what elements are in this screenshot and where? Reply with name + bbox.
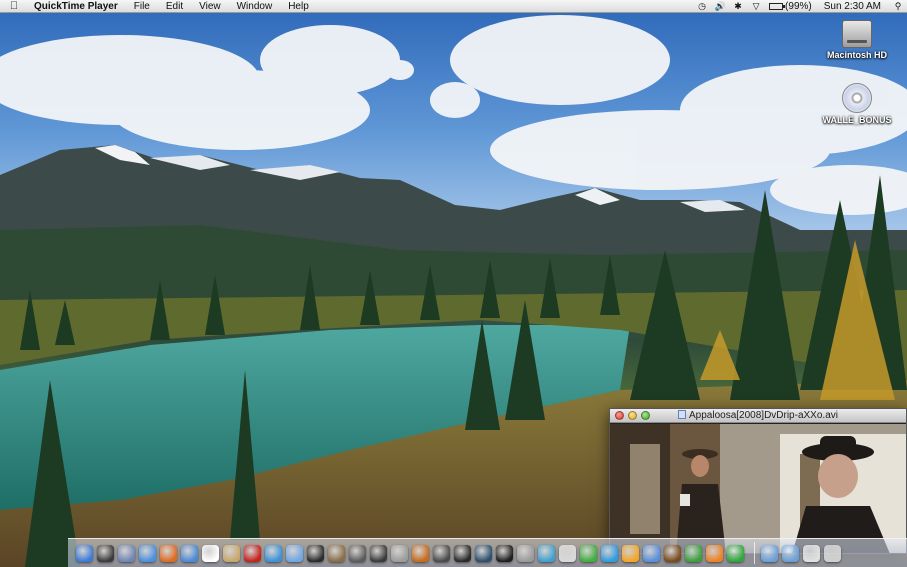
applications-folder-icon[interactable] [761, 544, 778, 562]
finder-icon[interactable] [76, 544, 93, 562]
window-titlebar[interactable]: Appaloosa[2008]DvDrip-aXXo.avi [610, 409, 906, 423]
menu-bar:  QuickTime Player File Edit View Window… [0, 0, 907, 13]
skype-icon[interactable] [601, 544, 618, 562]
downloads-folder-icon[interactable] [782, 544, 799, 562]
battery-status[interactable]: (99%) [765, 0, 816, 13]
window-title-text: Appaloosa[2008]DvDrip-aXXo.avi [689, 410, 838, 421]
ical-icon[interactable] [202, 544, 219, 562]
menu-file[interactable]: File [126, 0, 158, 13]
automator-icon[interactable] [538, 544, 555, 562]
menu-help[interactable]: Help [280, 0, 317, 13]
preview-icon[interactable] [118, 544, 135, 562]
movie-file-icon [678, 410, 686, 419]
video-frame[interactable] [610, 424, 906, 553]
spotlight-icon[interactable]: ⚲ [889, 0, 907, 13]
trash-icon[interactable] [824, 544, 841, 562]
battery-icon [769, 2, 786, 10]
documents-icon[interactable] [803, 544, 820, 562]
menu-edit[interactable]: Edit [158, 0, 191, 13]
menu-app-name[interactable]: QuickTime Player [28, 0, 126, 13]
address-book-icon[interactable] [223, 544, 240, 562]
dock-separator [754, 542, 755, 564]
firefox-icon[interactable] [160, 544, 177, 562]
desktop-icon-walle-bonus[interactable]: WALLE_BONUS [822, 83, 892, 125]
menu-extras: ◷ 🔊 ✱ ▽ (99%) Sun 2:30 AM ⚲ [693, 0, 907, 13]
dock-apps [76, 544, 748, 562]
network-icon[interactable] [391, 544, 408, 562]
ichat-icon[interactable] [181, 544, 198, 562]
desktop-icon-macintosh-hd[interactable]: Macintosh HD [822, 20, 892, 60]
vlc-icon[interactable] [706, 544, 723, 562]
bluetooth-icon[interactable]: ✱ [729, 0, 747, 13]
safari-icon[interactable] [139, 544, 156, 562]
itunes-store-icon[interactable] [286, 544, 303, 562]
wifi-icon[interactable]: ▽ [747, 0, 765, 13]
coffee-icon[interactable] [664, 544, 681, 562]
apple-icon[interactable]:  [0, 0, 28, 13]
time-machine-icon[interactable]: ◷ [693, 0, 711, 13]
window-title: Appaloosa[2008]DvDrip-aXXo.avi [610, 410, 906, 421]
battery-percent: (99%) [785, 0, 812, 12]
utility-icon[interactable] [580, 544, 597, 562]
transmission-icon[interactable] [559, 544, 576, 562]
dvd-player-icon[interactable] [307, 544, 324, 562]
finder-alt-icon[interactable] [643, 544, 660, 562]
photo-booth-icon[interactable] [517, 544, 534, 562]
red-app-icon[interactable] [244, 544, 261, 562]
quicktime-window[interactable]: Appaloosa[2008]DvDrip-aXXo.avi [609, 408, 907, 554]
adium-icon[interactable] [622, 544, 639, 562]
dock [68, 538, 907, 567]
desktop-icon-label: WALLE_BONUS [822, 115, 892, 125]
quicktime-icon[interactable] [454, 544, 471, 562]
time-machine-dock-icon[interactable] [475, 544, 492, 562]
desktop-icon-label: Macintosh HD [826, 50, 887, 60]
disc-icon [842, 83, 872, 113]
dashboard-icon[interactable] [97, 544, 114, 562]
hard-drive-icon [842, 20, 872, 48]
iphoto-icon[interactable] [328, 544, 345, 562]
spaces-icon[interactable] [433, 544, 450, 562]
script-icon[interactable] [685, 544, 702, 562]
firefox-alt-icon[interactable] [412, 544, 429, 562]
video-frame-image [610, 424, 906, 553]
dvd-icon[interactable] [496, 544, 513, 562]
volume-icon[interactable]: 🔊 [711, 0, 729, 13]
imovie-icon[interactable] [349, 544, 366, 562]
itunes-icon[interactable] [265, 544, 282, 562]
final-cut-icon[interactable] [370, 544, 387, 562]
menu-clock[interactable]: Sun 2:30 AM [816, 0, 889, 13]
menu-window[interactable]: Window [229, 0, 281, 13]
dock-stacks [761, 544, 845, 562]
utorrent-icon[interactable] [727, 544, 744, 562]
menu-view[interactable]: View [191, 0, 229, 13]
